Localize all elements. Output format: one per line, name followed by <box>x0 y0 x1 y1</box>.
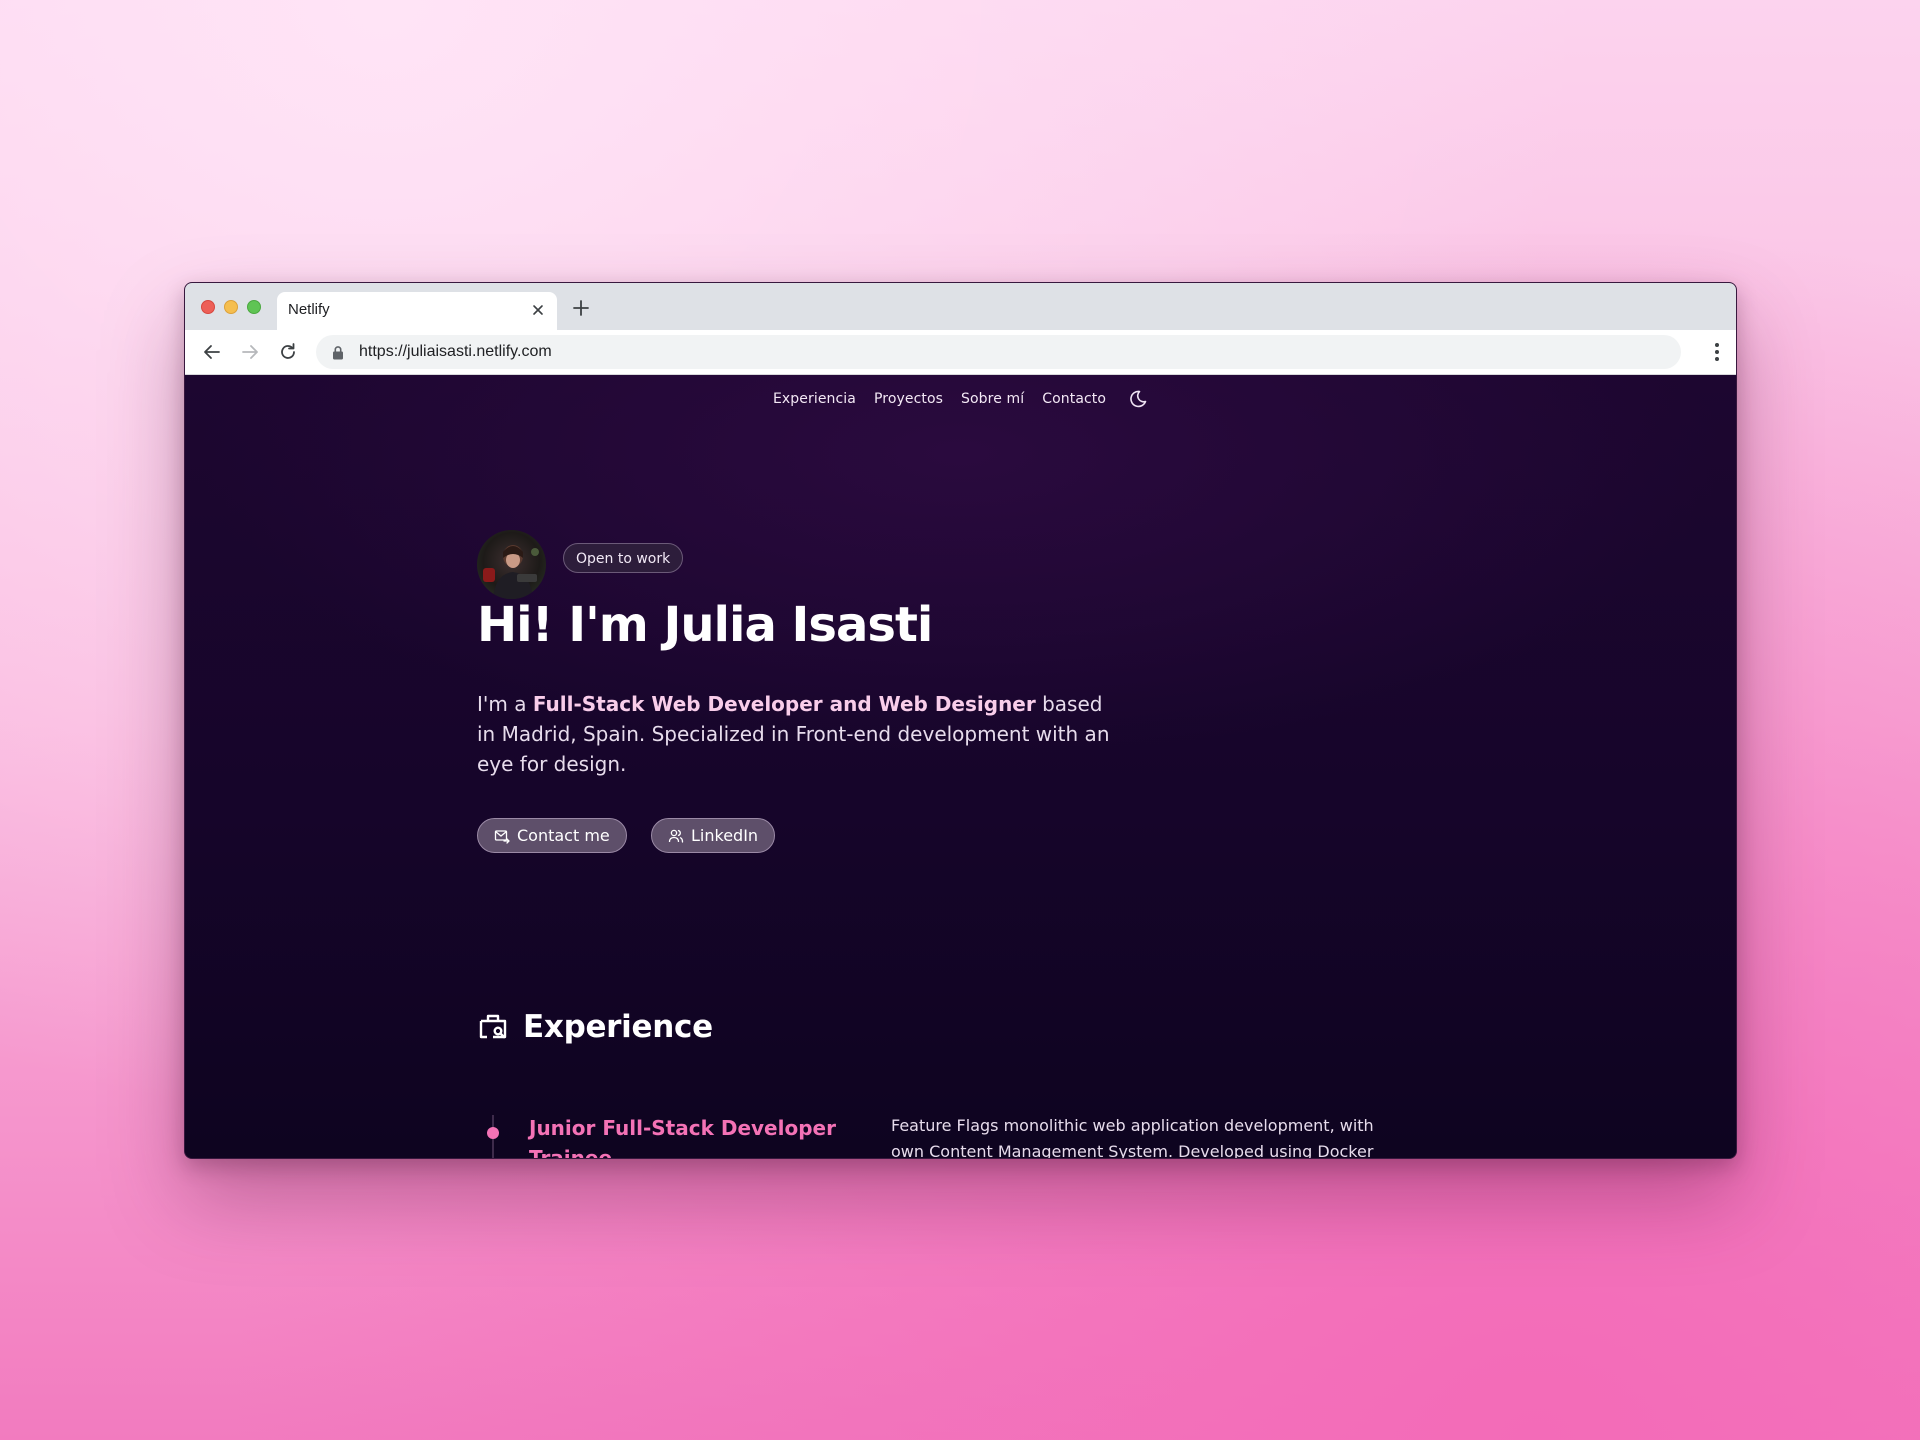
open-to-work-badge: Open to work <box>563 543 684 573</box>
intro-prefix: I'm a <box>477 692 533 716</box>
tab-close-icon[interactable] <box>529 301 547 319</box>
new-tab-icon[interactable] <box>571 298 591 318</box>
browser-tab[interactable]: Netlify <box>277 292 557 330</box>
mail-forward-icon <box>494 829 510 844</box>
experience-heading: Experience <box>477 1009 713 1045</box>
forward-arrow-icon[interactable] <box>239 341 261 363</box>
portfolio-page: Experiencia Proyectos Sobre mí Contacto … <box>185 375 1736 1158</box>
job-title: Junior Full-Stack Developer Trainee <box>529 1116 836 1158</box>
intro-highlight: Full-Stack Web Developer and Web Designe… <box>532 692 1036 716</box>
back-arrow-icon[interactable] <box>201 341 223 363</box>
nav-item-contacto[interactable]: Contacto <box>1042 391 1106 407</box>
linkedin-label: LinkedIn <box>691 826 759 845</box>
moon-icon[interactable] <box>1128 389 1148 409</box>
nav-item-sobre-mi[interactable]: Sobre mí <box>961 391 1024 407</box>
browser-window: Netlify https://juliaisasti.netlify.com <box>184 282 1737 1159</box>
nav-item-experiencia[interactable]: Experiencia <box>773 391 856 407</box>
hero-title: Hi! I'm Julia Isasti <box>477 597 933 653</box>
users-icon <box>668 829 684 843</box>
contact-me-label: Contact me <box>517 826 610 845</box>
linkedin-button[interactable]: LinkedIn <box>651 818 776 853</box>
close-window-button[interactable] <box>201 300 215 314</box>
contact-me-button[interactable]: Contact me <box>477 818 627 853</box>
address-bar[interactable]: https://juliaisasti.netlify.com <box>316 335 1681 369</box>
lock-icon <box>333 346 343 360</box>
briefcase-search-icon <box>479 1014 507 1039</box>
timeline-dot <box>487 1127 499 1139</box>
maximize-window-button[interactable] <box>247 300 261 314</box>
experience-title: Experience <box>523 1009 713 1045</box>
avatar-photo <box>483 545 539 599</box>
minimize-window-button[interactable] <box>224 300 238 314</box>
tab-strip: Netlify <box>185 283 1736 330</box>
browser-toolbar: https://juliaisasti.netlify.com <box>185 330 1736 375</box>
job-description: Feature Flags monolithic web application… <box>891 1116 1374 1158</box>
tab-title: Netlify <box>288 301 330 318</box>
top-navigation: Experiencia Proyectos Sobre mí Contacto <box>185 389 1736 409</box>
nav-item-proyectos[interactable]: Proyectos <box>874 391 943 407</box>
hero-description: I'm a Full-Stack Web Developer and Web D… <box>477 689 1117 779</box>
browser-menu-icon[interactable] <box>1714 342 1720 362</box>
url-text: https://juliaisasti.netlify.com <box>359 343 552 360</box>
avatar <box>477 530 546 599</box>
reload-icon[interactable] <box>277 341 299 363</box>
